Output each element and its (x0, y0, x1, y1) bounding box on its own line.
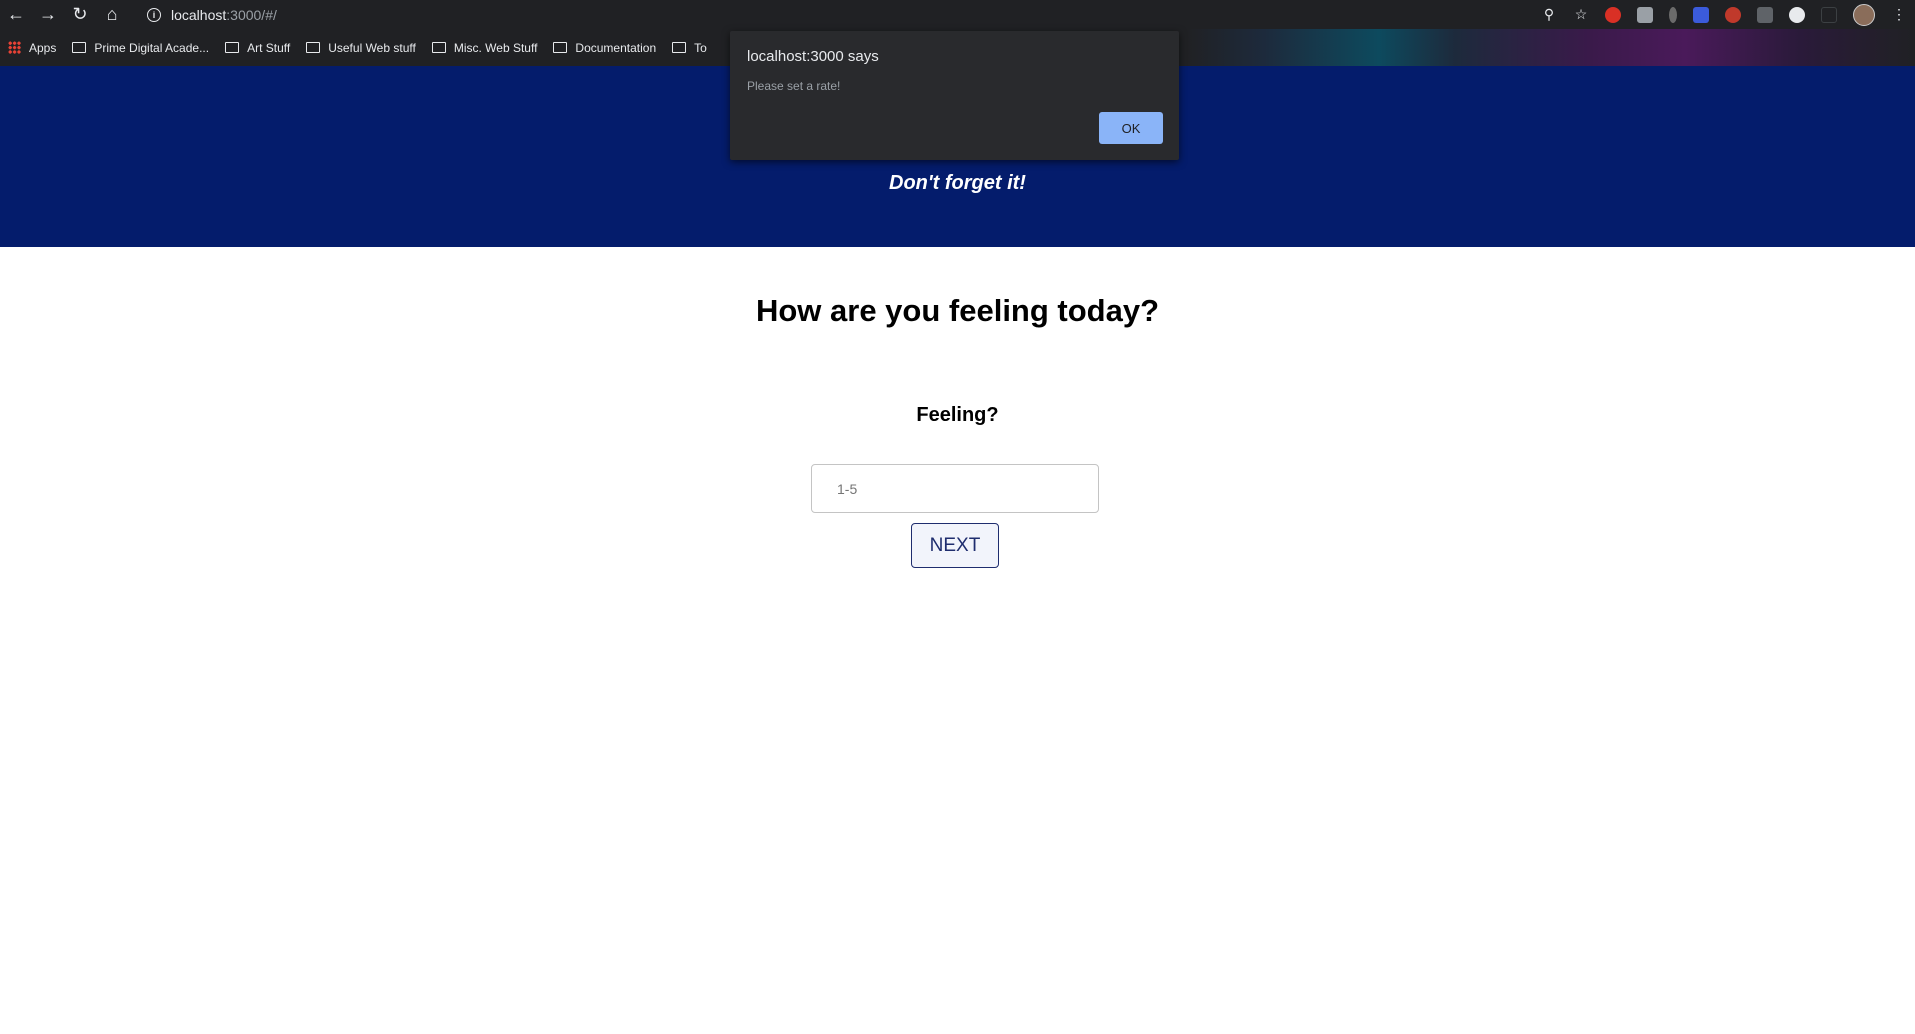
forward-icon[interactable]: → (32, 0, 64, 29)
folder-icon (225, 42, 240, 53)
bookmark-label: Prime Digital Acade... (94, 40, 210, 55)
folder-icon (431, 42, 446, 53)
alert-ok-button[interactable]: OK (1099, 112, 1163, 144)
alert-message: Please set a rate! (747, 79, 841, 93)
bookmark-misc-web-stuff[interactable]: Misc. Web Stuff (431, 40, 538, 55)
alert-title: localhost:3000 says (747, 48, 879, 65)
bookmark-apps[interactable]: Apps (8, 41, 56, 55)
bookmark-label: Art Stuff (247, 40, 291, 55)
extension-color-icon[interactable] (1789, 6, 1805, 23)
folder-icon (306, 42, 321, 53)
url-path: :3000/#/ (226, 6, 277, 23)
menu-kebab-icon[interactable]: ⋮ (1883, 0, 1915, 29)
bookmark-to[interactable]: To (672, 41, 707, 55)
folder-icon (553, 42, 568, 53)
bookmark-label: Useful Web stuff (328, 40, 416, 55)
zoom-icon[interactable]: ⚲ (1533, 0, 1565, 29)
browser-toolbar: ← → ↻ ⌂ i localhost:3000/#/ ⚲ ☆ ⋮ (0, 0, 1915, 29)
extension-grid-icon[interactable] (1821, 6, 1837, 23)
feeling-label: Feeling? (916, 404, 999, 426)
page-title: How are you feeling today? (755, 293, 1160, 328)
bookmark-prime-digital[interactable]: Prime Digital Acade... (72, 41, 209, 55)
feeling-rate-input[interactable] (811, 464, 1099, 513)
bookmark-useful-web-stuff[interactable]: Useful Web stuff (306, 41, 416, 55)
alert-dialog: localhost:3000 says Please set a rate! O… (730, 31, 1179, 160)
site-info-icon[interactable]: i (147, 7, 161, 22)
url-host: localhost (171, 6, 227, 23)
apps-grid-icon (8, 41, 21, 54)
home-icon[interactable]: ⌂ (96, 0, 128, 29)
profile-avatar[interactable] (1853, 3, 1875, 26)
extension-badge-icon[interactable] (1725, 6, 1741, 23)
bookmark-label: Apps (29, 40, 57, 55)
bookmark-star-icon[interactable]: ☆ (1565, 0, 1597, 29)
bookmark-label: Misc. Web Stuff (453, 40, 538, 55)
header-tagline: Don't forget it! (889, 172, 1026, 194)
bookmark-label: Documentation (575, 40, 657, 55)
next-button[interactable]: NEXT (911, 523, 999, 568)
bookmark-art-stuff[interactable]: Art Stuff (225, 41, 290, 55)
extension-gray-icon[interactable] (1637, 6, 1653, 23)
bookmark-label: To (694, 40, 707, 55)
extension-blue-icon[interactable] (1693, 6, 1709, 23)
folder-icon (72, 42, 87, 53)
folder-icon (672, 42, 687, 53)
back-icon[interactable]: ← (0, 0, 32, 29)
bookmark-documentation[interactable]: Documentation (553, 41, 656, 55)
extension-dropper-icon[interactable] (1669, 6, 1677, 23)
reload-icon[interactable]: ↻ (64, 0, 96, 29)
extension-red-icon[interactable] (1605, 6, 1621, 23)
address-bar[interactable]: i localhost:3000/#/ (137, 3, 1577, 26)
extension-chart-icon[interactable] (1757, 6, 1773, 23)
toolbar-actions: ⚲ ☆ ⋮ (1533, 0, 1915, 29)
